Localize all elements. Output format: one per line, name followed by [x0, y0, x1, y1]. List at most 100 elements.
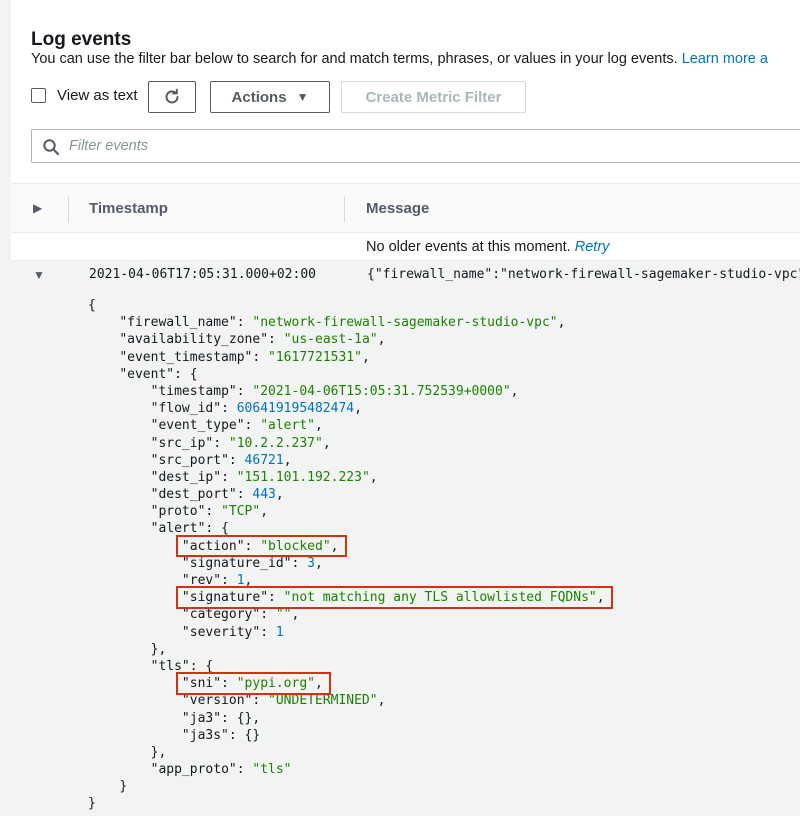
json-token: "timestamp":	[150, 383, 253, 399]
view-as-text-label: View as text	[57, 87, 138, 104]
search-icon	[43, 139, 60, 156]
json-string: "TCP"	[221, 504, 261, 520]
json-line: "sni": "pypi.org",	[88, 675, 605, 692]
collapse-row-icon[interactable]: ▼	[33, 268, 45, 282]
json-token: ,	[377, 693, 386, 709]
caret-down-icon: ▼	[296, 90, 309, 104]
json-line: "dest_ip": "151.101.192.223",	[88, 469, 605, 486]
json-token: ,	[322, 435, 331, 451]
json-line: "event_type": "alert",	[88, 417, 605, 434]
json-token: ,	[557, 315, 566, 331]
json-string: "2021-04-06T15:05:31.752539+0000"	[252, 383, 511, 399]
subtitle-text: You can use the filter bar below to sear…	[31, 51, 678, 67]
json-token: "event_type":	[150, 418, 261, 434]
json-number: 3	[307, 555, 315, 571]
json-token: "availability_zone":	[119, 332, 284, 348]
page-subtitle: You can use the filter bar below to sear…	[31, 51, 768, 67]
json-token: "event_timestamp":	[119, 349, 269, 365]
learn-more-link[interactable]: Learn more a	[682, 51, 768, 67]
json-token: "version":	[181, 693, 269, 709]
column-divider	[68, 196, 69, 222]
highlight-box	[175, 534, 347, 557]
retry-link[interactable]: Retry	[575, 239, 610, 255]
column-divider	[344, 196, 345, 222]
json-token: ,	[291, 607, 300, 623]
filter-placeholder: Filter events	[69, 138, 148, 154]
json-token: "src_port":	[150, 452, 245, 468]
highlight-box	[175, 586, 613, 609]
json-line: "timestamp": "2021-04-06T15:05:31.752539…	[88, 383, 605, 400]
json-line: "dest_port": 443,	[88, 486, 605, 503]
json-line: "app_proto": "tls"	[88, 761, 605, 778]
highlight-box	[175, 672, 331, 695]
json-line: "signature_id": 3,	[88, 555, 605, 572]
json-string: "10.2.2.237"	[228, 435, 323, 451]
json-token: "app_proto":	[150, 762, 253, 778]
json-token: {	[88, 298, 96, 313]
refresh-button[interactable]	[148, 81, 196, 113]
json-line: "category": "",	[88, 606, 605, 623]
json-string: "network-firewall-sagemaker-studio-vpc"	[252, 315, 558, 331]
actions-label: Actions	[231, 88, 287, 106]
json-token: }	[88, 796, 96, 812]
json-token: ,	[377, 332, 386, 348]
json-line: "firewall_name": "network-firewall-sagem…	[88, 314, 605, 331]
json-token: ,	[314, 555, 323, 571]
event-message: {"firewall_name":"network-firewall-sagem…	[367, 267, 800, 282]
json-line: "ja3s": {}	[88, 727, 605, 744]
json-token: ,	[361, 349, 370, 365]
refresh-icon	[165, 88, 179, 104]
json-token: "proto":	[150, 504, 222, 520]
json-string: "tls"	[252, 762, 292, 778]
json-token: ,	[260, 504, 269, 520]
json-line: "availability_zone": "us-east-1a",	[88, 331, 605, 348]
json-token: "dest_port":	[150, 487, 253, 503]
json-string: "us-east-1a"	[283, 332, 378, 348]
column-header-message[interactable]: Message	[366, 200, 429, 217]
actions-dropdown-button[interactable]: Actions ▼	[210, 81, 330, 113]
json-token: ,	[510, 383, 519, 399]
json-number: 46721	[244, 452, 284, 468]
json-token: "firewall_name":	[119, 315, 253, 331]
create-metric-filter-button[interactable]: Create Metric Filter	[341, 81, 526, 113]
json-line: "src_ip": "10.2.2.237",	[88, 435, 605, 452]
json-token: "ja3s": {}	[181, 727, 261, 743]
json-line: }	[88, 778, 605, 795]
json-line: "flow_id": 606419195482474,	[88, 400, 605, 417]
json-number: 443	[252, 487, 276, 503]
json-line: },	[88, 641, 605, 658]
json-token: "event": {	[119, 366, 198, 382]
json-token: "ja3": {},	[181, 710, 261, 726]
json-token: },	[150, 641, 167, 657]
expand-all-icon[interactable]: ▶	[33, 201, 42, 215]
no-older-text: No older events at this moment.	[366, 239, 571, 255]
view-as-text-toggle[interactable]: View as text	[31, 87, 138, 104]
table-header: ▶ Timestamp Message	[11, 183, 800, 233]
json-number: 606419195482474	[236, 401, 355, 417]
json-token: ,	[354, 401, 362, 417]
json-line: "ja3": {},	[88, 710, 605, 727]
json-line: }	[88, 795, 605, 812]
json-string: "151.101.192.223"	[236, 469, 370, 485]
json-number: 1	[275, 624, 284, 640]
json-token: "severity":	[181, 624, 276, 640]
json-line: {	[88, 297, 605, 314]
json-token: },	[150, 744, 167, 760]
page-title: Log events	[31, 29, 132, 50]
json-token: }	[119, 779, 128, 795]
json-string: "alert"	[260, 418, 315, 434]
json-line: "tls": {	[88, 658, 605, 675]
column-header-timestamp[interactable]: Timestamp	[89, 200, 168, 217]
event-timestamp: 2021-04-06T17:05:31.000+02:00	[89, 267, 316, 282]
json-line: },	[88, 744, 605, 761]
filter-events-input[interactable]: Filter events	[31, 129, 800, 163]
json-string: "1617721531"	[268, 349, 362, 365]
view-as-text-checkbox[interactable]	[31, 88, 46, 103]
json-line: "event_timestamp": "1617721531",	[88, 349, 605, 366]
json-token: ,	[275, 487, 284, 503]
json-line: "severity": 1	[88, 624, 605, 641]
json-token: "signature_id":	[181, 555, 308, 571]
json-token: ,	[369, 469, 378, 485]
json-line: "proto": "TCP",	[88, 503, 605, 520]
json-line: "src_port": 46721,	[88, 452, 605, 469]
